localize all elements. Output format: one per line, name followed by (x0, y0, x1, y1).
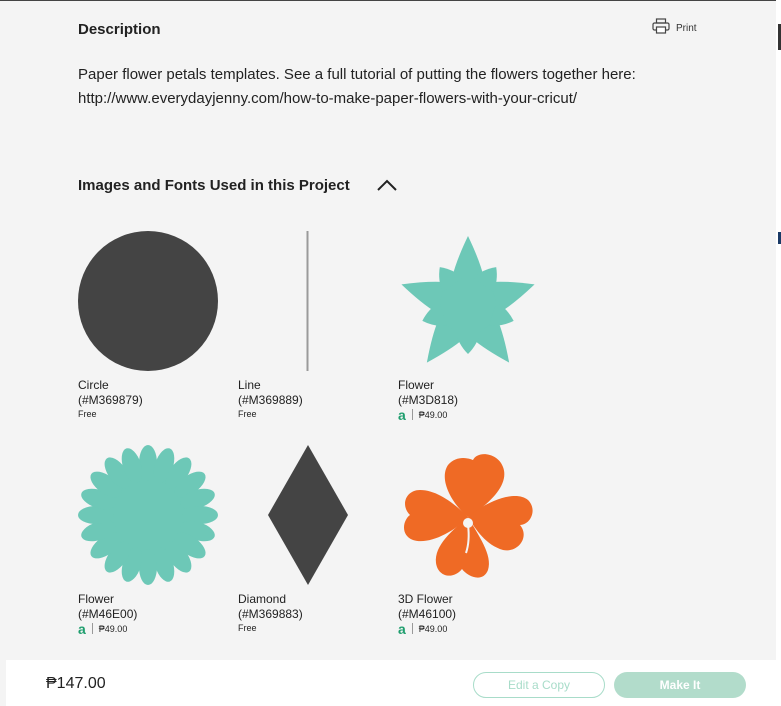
3d-flower-image[interactable] (398, 445, 538, 585)
printer-icon (652, 18, 670, 39)
price-row: Free (78, 409, 97, 419)
price: ₱49.00 (418, 623, 448, 634)
diamond-image[interactable] (238, 445, 378, 585)
price-row: a ₱49.00 (398, 406, 448, 423)
image-code: (#M46E00) (78, 607, 138, 621)
image-name: Diamond (238, 592, 287, 606)
total-price: ₱147.00 (46, 675, 106, 692)
circle-image[interactable] (78, 231, 218, 371)
scrollbar[interactable] (776, 0, 781, 660)
image-name: 3D Flower (398, 592, 453, 606)
price-row: a ₱49.00 (398, 620, 448, 637)
flower-image[interactable] (398, 231, 538, 371)
price-row: a ₱49.00 (78, 620, 128, 637)
image-name: Flower (78, 592, 115, 606)
cricut-access-icon: a (78, 620, 86, 637)
cricut-access-icon: a (398, 406, 406, 423)
divider (411, 409, 413, 420)
image-name: Line (238, 378, 261, 392)
image-code: (#M369883) (238, 607, 303, 621)
image-name: Flower (398, 378, 435, 392)
make-it-button[interactable]: Make It (614, 672, 746, 698)
cricut-access-icon: a (398, 620, 406, 637)
print-label: Print (676, 23, 697, 34)
image-code: (#M369879) (78, 393, 143, 407)
price-row: Free (238, 409, 257, 419)
divider (91, 623, 93, 634)
image-code: (#M46100) (398, 607, 457, 621)
description-text: Paper flower petals templates. See a ful… (78, 66, 636, 107)
footer-bar: ₱147.00 Edit a Copy Make It (6, 660, 781, 706)
print-button[interactable]: Print (652, 18, 697, 39)
price: ₱49.00 (98, 623, 128, 634)
flower-image[interactable] (78, 445, 218, 585)
price: Free (238, 409, 257, 419)
top-divider (0, 0, 781, 1)
images-section-title: Images and Fonts Used in this Project (78, 177, 350, 194)
collapse-button[interactable] (376, 176, 398, 194)
edit-copy-button[interactable]: Edit a Copy (473, 672, 605, 698)
price: Free (78, 409, 97, 419)
image-code: (#M3D818) (398, 393, 459, 407)
line-image[interactable] (238, 231, 378, 371)
image-name: Circle (78, 378, 109, 392)
divider (411, 623, 413, 634)
description-title: Description (78, 21, 161, 38)
chevron-up-icon (377, 179, 397, 191)
price: ₱49.00 (418, 409, 448, 420)
price: Free (238, 623, 257, 633)
price-row: Free (238, 623, 257, 633)
image-code: (#M369889) (238, 393, 303, 407)
